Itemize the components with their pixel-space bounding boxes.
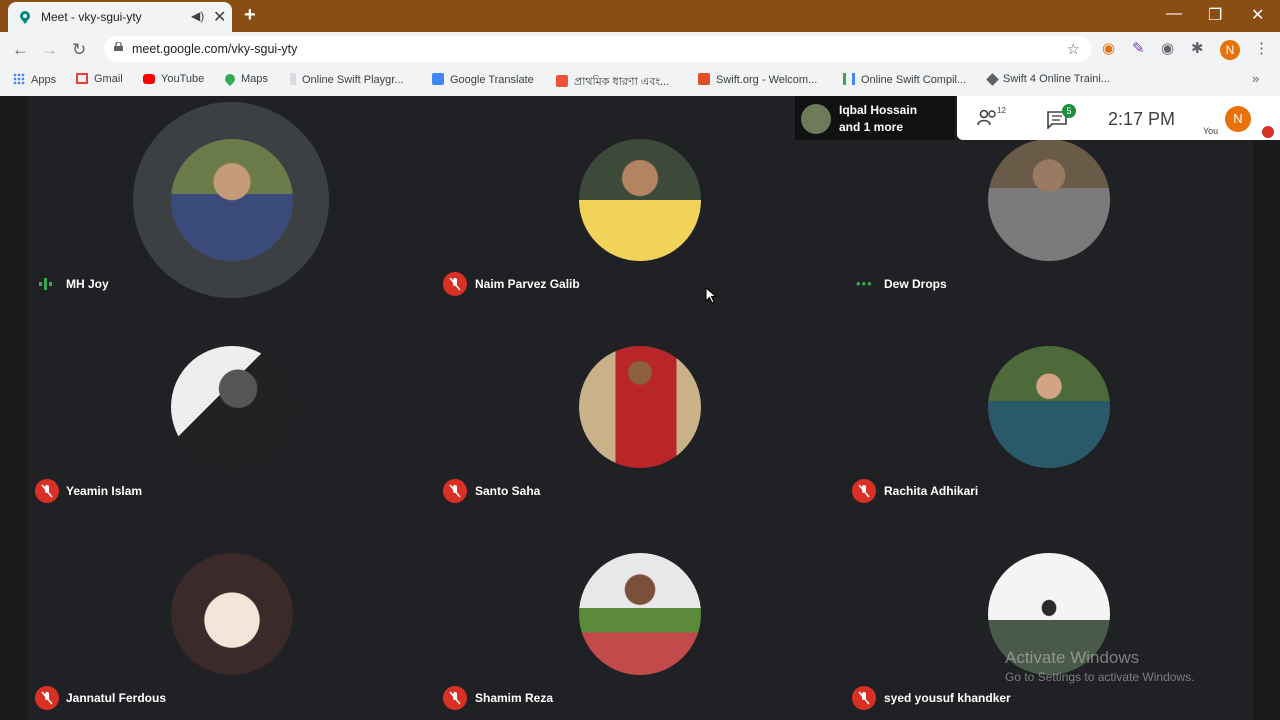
participant-name: Dew Drops [884,277,947,291]
maps-pin-icon [222,71,238,87]
participant-name: Naim Parvez Galib [475,277,580,291]
extension-icon[interactable]: ◉ [1102,39,1115,57]
tab-title: Meet - vky-sgui-yty [41,10,142,24]
bookmark-swift-compiler[interactable]: Online Swift Compil... [843,73,966,89]
participant-name: Shamim Reza [475,691,554,705]
bookmark-gmail[interactable]: Gmail [76,73,123,89]
participant-name: Yeamin Islam [66,484,143,498]
avatar-dew-drops [988,139,1110,261]
apps-grid-icon [13,73,25,85]
meet-favicon-icon [20,11,30,24]
connecting-dots-icon: ••• [856,276,873,291]
participant-name: MH Joy [66,277,109,291]
camera-extension-icon[interactable]: ◉ [1161,39,1174,57]
minimize-icon[interactable]: — [1166,5,1182,23]
people-icon[interactable] [977,109,999,127]
diamond-icon [986,73,999,86]
audio-wave-icon [39,278,52,290]
pen-extension-icon[interactable]: ✎ [1132,39,1145,57]
avatar-jannatul-ferdous [171,553,293,675]
restore-icon[interactable]: ❐ [1208,5,1222,25]
translate-icon [432,73,444,85]
tab-audio-icon[interactable]: ◀) [191,9,204,23]
bookmark-bangla[interactable]: প্রাথমিক ধারণা এবং... [556,73,669,89]
bookmarks-bar: Apps Gmail YouTube Maps Online Swift Pla… [0,66,1280,97]
mic-off-icon [443,272,467,296]
presenter-chip[interactable]: Iqbal Hossain and 1 more [795,96,955,140]
you-label: You [1203,126,1219,136]
self-mic-off-icon [1262,126,1274,138]
self-avatar[interactable]: N [1225,106,1251,132]
menu-kebab-icon[interactable]: ⋮ [1254,39,1269,57]
profile-avatar[interactable]: N [1220,40,1240,60]
avatar-yeamin-islam [171,346,293,468]
bookmark-swift-training[interactable]: Swift 4 Online Traini... [986,73,1110,89]
mic-off-icon [443,479,467,503]
avatar-shamim-reza [579,553,701,675]
mic-off-icon [35,686,59,710]
bookmarks-more-icon[interactable]: » [1252,71,1259,86]
meet-top-bar: 12 5 2:17 PM You N [957,96,1280,140]
bookmark-google-translate[interactable]: Google Translate [432,73,534,89]
swift-bird-icon [556,75,568,87]
bookmark-youtube[interactable]: YouTube [143,73,204,89]
lock-icon [114,42,123,51]
mic-off-icon [852,479,876,503]
avatar-naim-parvez-galib [579,139,701,261]
chat-unread-badge: 5 [1062,104,1076,118]
code-icon [843,73,855,85]
participant-name: syed yousuf khandker [884,691,1011,705]
participant-name: Jannatul Ferdous [66,691,167,705]
gmail-icon [76,73,88,84]
people-count: 12 [997,106,1006,115]
mouse-cursor-icon [705,287,717,304]
window-close-icon[interactable]: ✕ [1251,5,1264,25]
bookmark-maps[interactable]: Maps [222,71,268,89]
avatar-rachita-adhikari [988,346,1110,468]
tab-close-icon[interactable]: ✕ [213,7,226,27]
youtube-icon [143,74,155,84]
browser-toolbar: ← → ↻ meet.google.com/vky-sgui-yty ☆ ◉ ✎… [0,32,1280,66]
tab-meet[interactable]: Meet - vky-sgui-yty ◀) ✕ [8,2,232,32]
pin-icon [290,73,296,85]
back-icon[interactable]: ← [12,40,29,60]
forward-icon[interactable]: → [41,40,58,60]
presenter-label: Iqbal Hossain and 1 more [839,103,918,134]
tab-strip: Meet - vky-sgui-yty ◀) ✕ + — ❐ ✕ [0,0,1280,32]
avatar-santo-saha [579,346,701,468]
right-margin [1253,96,1280,720]
reload-icon[interactable]: ↻ [72,40,86,60]
mic-off-icon [35,479,59,503]
left-margin [0,96,28,720]
bookmark-star-icon[interactable]: ☆ [1067,40,1080,58]
presenter-avatar [801,104,831,134]
meeting-clock: 2:17 PM [1108,109,1176,129]
participant-name: Rachita Adhikari [884,484,979,498]
mic-off-icon [443,686,467,710]
url-text: meet.google.com/vky-sgui-yty [132,42,298,56]
participant-name: Santo Saha [475,484,541,498]
address-bar[interactable]: meet.google.com/vky-sgui-yty ☆ [104,36,1092,62]
windows-activation-watermark: Activate Windows Go to Settings to activ… [1005,648,1195,684]
bookmark-swift-org[interactable]: Swift.org - Welcom... [698,73,817,89]
puzzle-icon[interactable]: ✱ [1191,39,1204,57]
swift-org-icon [698,73,710,85]
mic-off-icon [852,686,876,710]
bookmark-swift-playground[interactable]: Online Swift Playgr... [290,73,404,89]
avatar-mh-joy [171,139,293,261]
new-tab-icon[interactable]: + [244,4,256,27]
bookmark-apps[interactable]: Apps [13,73,56,89]
